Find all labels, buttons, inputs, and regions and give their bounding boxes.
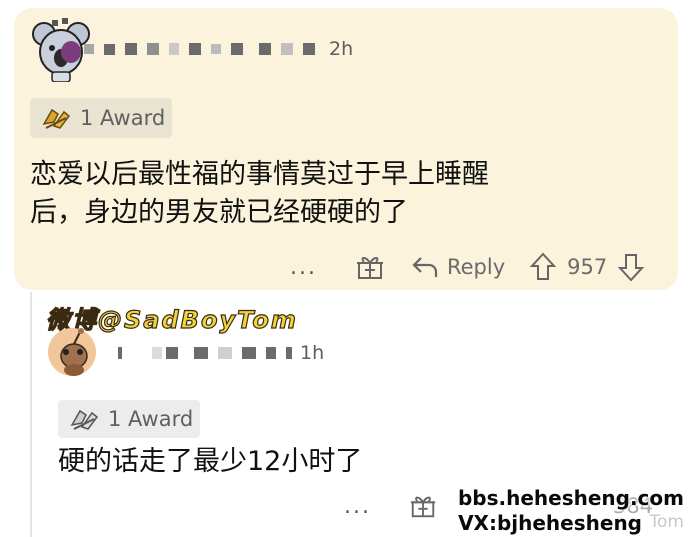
comment-actions: ... Reply 957 [290,252,645,282]
user-avatar[interactable] [32,18,90,82]
award-label: 1 Award [108,407,194,431]
reply-button[interactable]: Reply [411,255,505,279]
reply-label: Reply [446,255,506,279]
reply-arrow-icon [412,257,438,277]
upvote-arrow-icon[interactable] [529,252,557,282]
award-chip[interactable]: 1 Award [30,98,172,138]
award-hands-icon [70,409,99,430]
award-hands-icon [42,108,71,129]
thread-line[interactable] [30,292,32,537]
redacted-username[interactable]: 2h [84,38,353,60]
redacted-username[interactable]: 1h [118,342,324,364]
comment-timestamp: 1h [300,342,325,364]
comment-body: 硬的话走了最少12小时了 [58,446,363,477]
gift-icon[interactable] [409,492,437,520]
highlighted-comment: 2h 1 Award 恋爱以后最性福的事情莫过于早上睡醒 后，身边的男友就已经硬… [14,8,678,290]
user-avatar[interactable] [44,322,104,378]
award-chip[interactable]: 1 Award [58,400,200,438]
more-options-button[interactable]: ... [344,494,371,519]
comment-timestamp: 2h [329,38,354,60]
comment-body: 恋爱以后最性福的事情莫过于早上睡醒 后，身边的男友就已经硬硬的了 [30,159,489,228]
vx-watermark: VX:bjhehesheng [458,511,642,535]
more-options-button[interactable]: ... [290,255,317,280]
site-watermark: bbs.hehesheng.com [457,486,684,510]
downvote-arrow-icon[interactable] [617,252,645,282]
gift-icon[interactable] [355,252,385,282]
vote-count: 957 [567,255,608,279]
partial-watermark: Tom [649,512,684,532]
award-label: 1 Award [80,106,166,130]
